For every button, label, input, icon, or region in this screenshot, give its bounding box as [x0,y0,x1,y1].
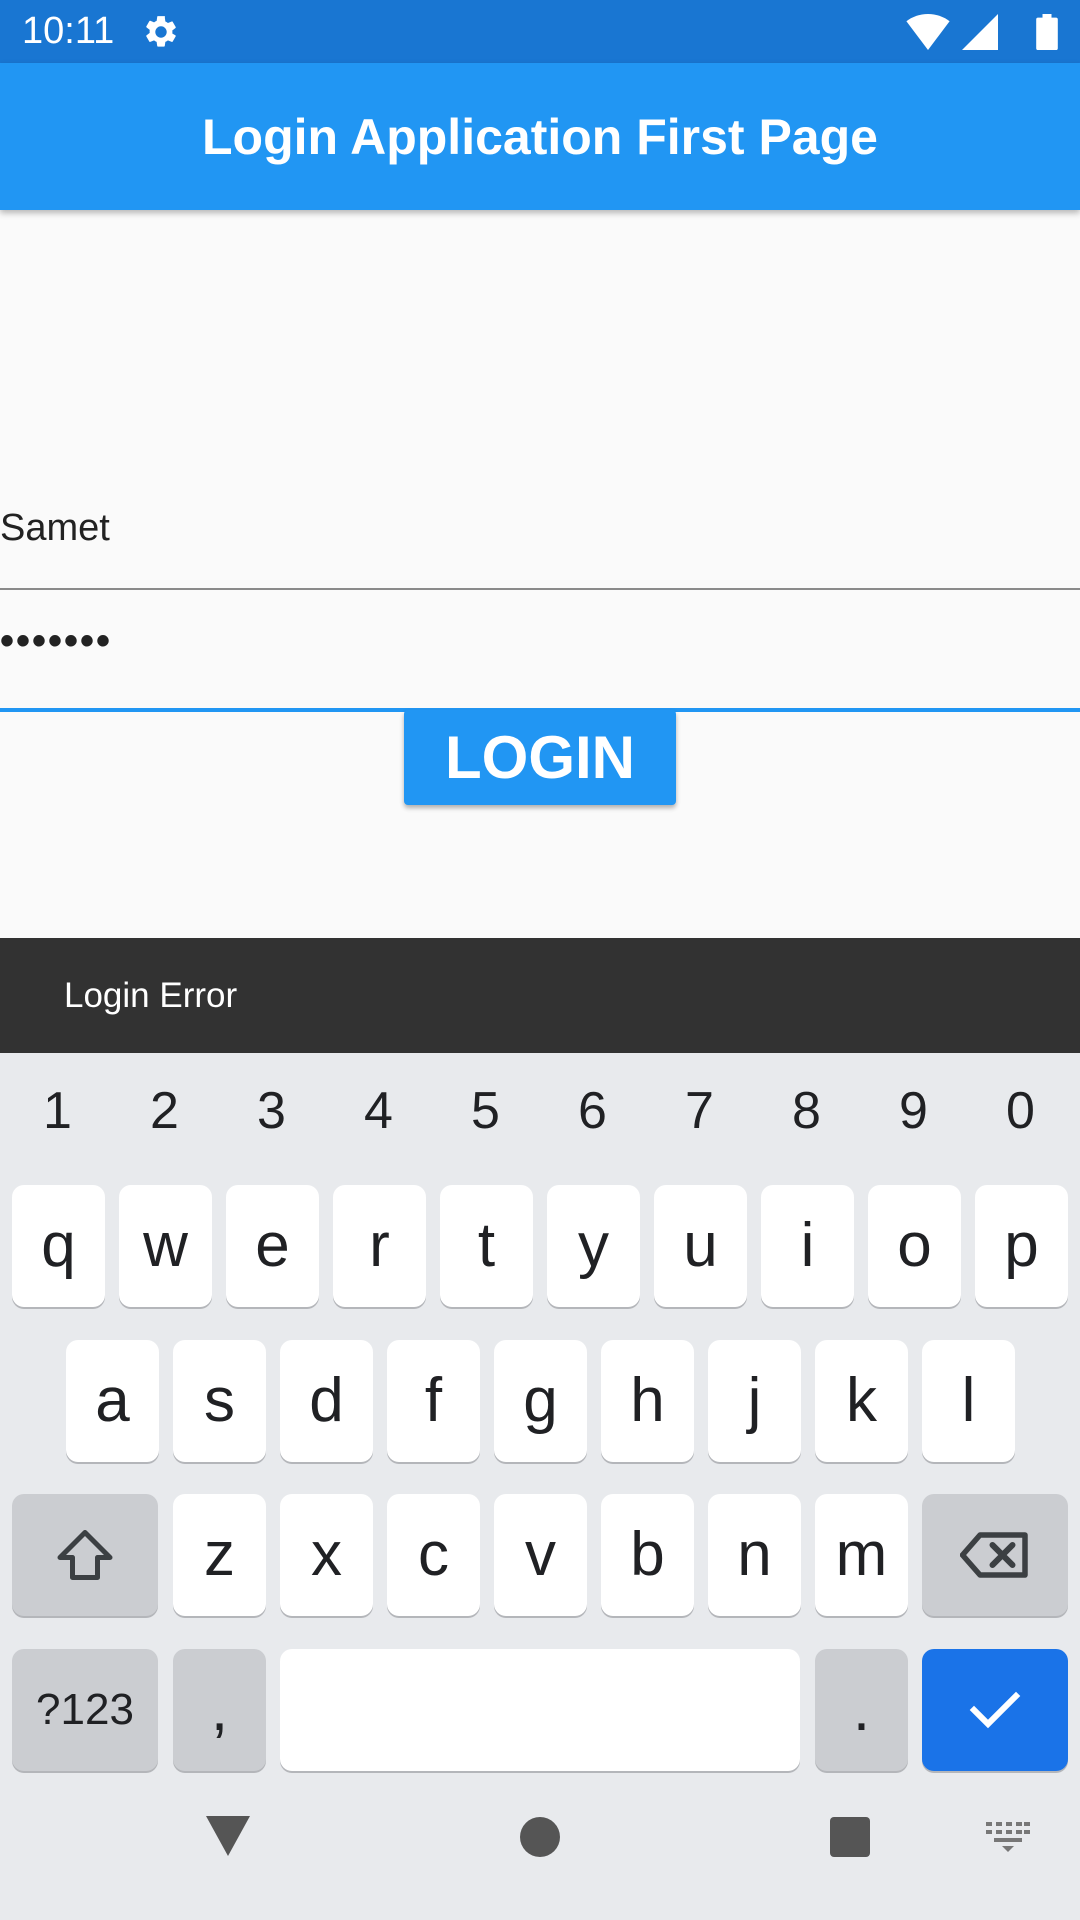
key-0[interactable]: 0 [967,1081,1074,1141]
key-d[interactable]: d [280,1340,373,1462]
key-m[interactable]: m [815,1494,908,1616]
app-bar: Login Application First Page [0,63,1080,210]
key-p[interactable]: p [975,1185,1068,1307]
done-key[interactable] [922,1649,1068,1771]
key-e[interactable]: e [226,1185,319,1307]
key-z[interactable]: z [173,1494,266,1616]
key-n[interactable]: n [708,1494,801,1616]
key-o[interactable]: o [868,1185,961,1307]
password-value: ••••••• [0,619,113,663]
snackbar-message: Login Error [64,976,238,1015]
key-3[interactable]: 3 [218,1081,325,1141]
check-icon [969,1691,1021,1729]
key-q[interactable]: q [12,1185,105,1307]
key-u[interactable]: u [654,1185,747,1307]
shift-icon [57,1530,113,1580]
battery-icon [1036,14,1058,50]
page-title: Login Application First Page [202,108,878,165]
key-b[interactable]: b [601,1494,694,1616]
key-j[interactable]: j [708,1340,801,1462]
key-g[interactable]: g [494,1340,587,1462]
recents-icon[interactable] [830,1817,870,1857]
key-f[interactable]: f [387,1340,480,1462]
key-5[interactable]: 5 [432,1081,539,1141]
key-8[interactable]: 8 [753,1081,860,1141]
key-i[interactable]: i [761,1185,854,1307]
period-key[interactable]: . [815,1649,908,1771]
key-w[interactable]: w [119,1185,212,1307]
key-7[interactable]: 7 [646,1081,753,1141]
backspace-key[interactable] [922,1494,1068,1616]
key-x[interactable]: x [280,1494,373,1616]
username-field[interactable]: Samet [0,468,1080,590]
wifi-icon [906,14,950,50]
comma-key[interactable]: , [173,1649,266,1771]
key-9[interactable]: 9 [860,1081,967,1141]
symbols-key[interactable]: ?123 [12,1649,158,1771]
soft-keyboard: 1 2 3 4 5 6 7 8 9 0 q w e r t y u i o p … [0,1053,1080,1920]
number-row: 1 2 3 4 5 6 7 8 9 0 [0,1081,1080,1151]
home-icon[interactable] [520,1817,560,1857]
key-s[interactable]: s [173,1340,266,1462]
key-l[interactable]: l [922,1340,1015,1462]
navigation-bar [0,1780,1080,1920]
key-c[interactable]: c [387,1494,480,1616]
key-h[interactable]: h [601,1340,694,1462]
settings-icon [146,16,176,47]
status-bar: 10:11 [0,0,1080,63]
key-1[interactable]: 1 [4,1081,111,1141]
username-value: Samet [0,507,110,549]
signal-icon [962,14,998,50]
space-key[interactable] [280,1649,800,1771]
key-k[interactable]: k [815,1340,908,1462]
login-form: Samet ••••••• LOGIN [0,210,1080,938]
key-y[interactable]: y [547,1185,640,1307]
key-a[interactable]: a [66,1340,159,1462]
status-time: 10:11 [22,10,115,52]
keyboard-switch-icon[interactable] [986,1822,1030,1852]
key-t[interactable]: t [440,1185,533,1307]
key-2[interactable]: 2 [111,1081,218,1141]
snackbar: Login Error [0,938,1080,1053]
key-4[interactable]: 4 [325,1081,432,1141]
login-button[interactable]: LOGIN [404,710,676,805]
key-6[interactable]: 6 [539,1081,646,1141]
key-v[interactable]: v [494,1494,587,1616]
key-r[interactable]: r [333,1185,426,1307]
backspace-icon [960,1532,1028,1578]
back-icon[interactable] [206,1816,250,1856]
shift-key[interactable] [12,1494,158,1616]
password-field[interactable]: ••••••• [0,590,1080,712]
